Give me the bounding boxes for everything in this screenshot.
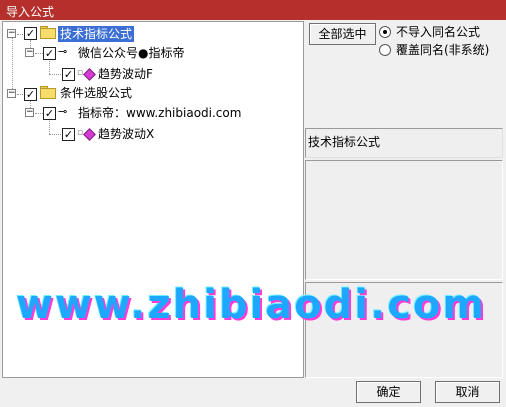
tree-connector: [49, 59, 50, 74]
diamond-formula-icon: [83, 128, 96, 141]
key-icon: ⊸: [58, 45, 68, 58]
folder-icon: [40, 86, 56, 99]
checkbox-icon[interactable]: ✓: [24, 88, 37, 101]
radio-icon[interactable]: [379, 44, 391, 56]
radio-label-skip[interactable]: 不导入同名公式: [396, 25, 480, 39]
folder-icon: [40, 26, 56, 39]
ok-button[interactable]: 确定: [356, 381, 421, 403]
radio-icon[interactable]: [379, 26, 391, 38]
checkbox-icon[interactable]: ✓: [43, 47, 56, 60]
collapse-icon[interactable]: −: [25, 48, 34, 57]
diamond-formula-icon: [83, 68, 96, 81]
tree-label-trend-f[interactable]: 趋势波动F: [98, 66, 153, 82]
tree-label-technical[interactable]: 技术指标公式: [58, 26, 135, 42]
title-bar[interactable]: 导入公式: [0, 0, 506, 20]
category-panel: 技术指标公式: [305, 128, 503, 158]
dot-icon: ▫: [77, 128, 84, 138]
watermark-text: www.zhibiaodi.com: [16, 282, 487, 328]
cancel-button[interactable]: 取消: [435, 381, 500, 403]
radio-label-overwrite[interactable]: 覆盖同名(非系统): [396, 43, 489, 57]
key-icon: ⊸: [58, 105, 68, 118]
checkbox-icon[interactable]: ✓: [62, 128, 75, 141]
dot-icon: ▫: [77, 68, 84, 78]
select-all-button[interactable]: 全部选中: [309, 23, 376, 45]
category-label: 技术指标公式: [308, 135, 381, 149]
tree-connector: [49, 119, 50, 134]
collapse-icon[interactable]: −: [7, 29, 16, 38]
tree-label-wechat[interactable]: 微信公众号●指标帝: [78, 45, 184, 61]
checkbox-icon[interactable]: ✓: [62, 68, 75, 81]
checkbox-icon[interactable]: ✓: [43, 107, 56, 120]
collapse-icon[interactable]: −: [7, 89, 16, 98]
description-panel: [305, 160, 503, 280]
checkbox-icon[interactable]: ✓: [24, 27, 37, 40]
window-title: 导入公式: [6, 5, 55, 19]
tree-label-screening[interactable]: 条件选股公式: [60, 85, 132, 101]
tree-connector: [12, 37, 13, 95]
tree-label-trend-x[interactable]: 趋势波动X: [98, 126, 154, 142]
tree-label-zhibiaodi[interactable]: 指标帝：www.zhibiaodi.com: [78, 105, 241, 121]
collapse-icon[interactable]: −: [25, 108, 34, 117]
